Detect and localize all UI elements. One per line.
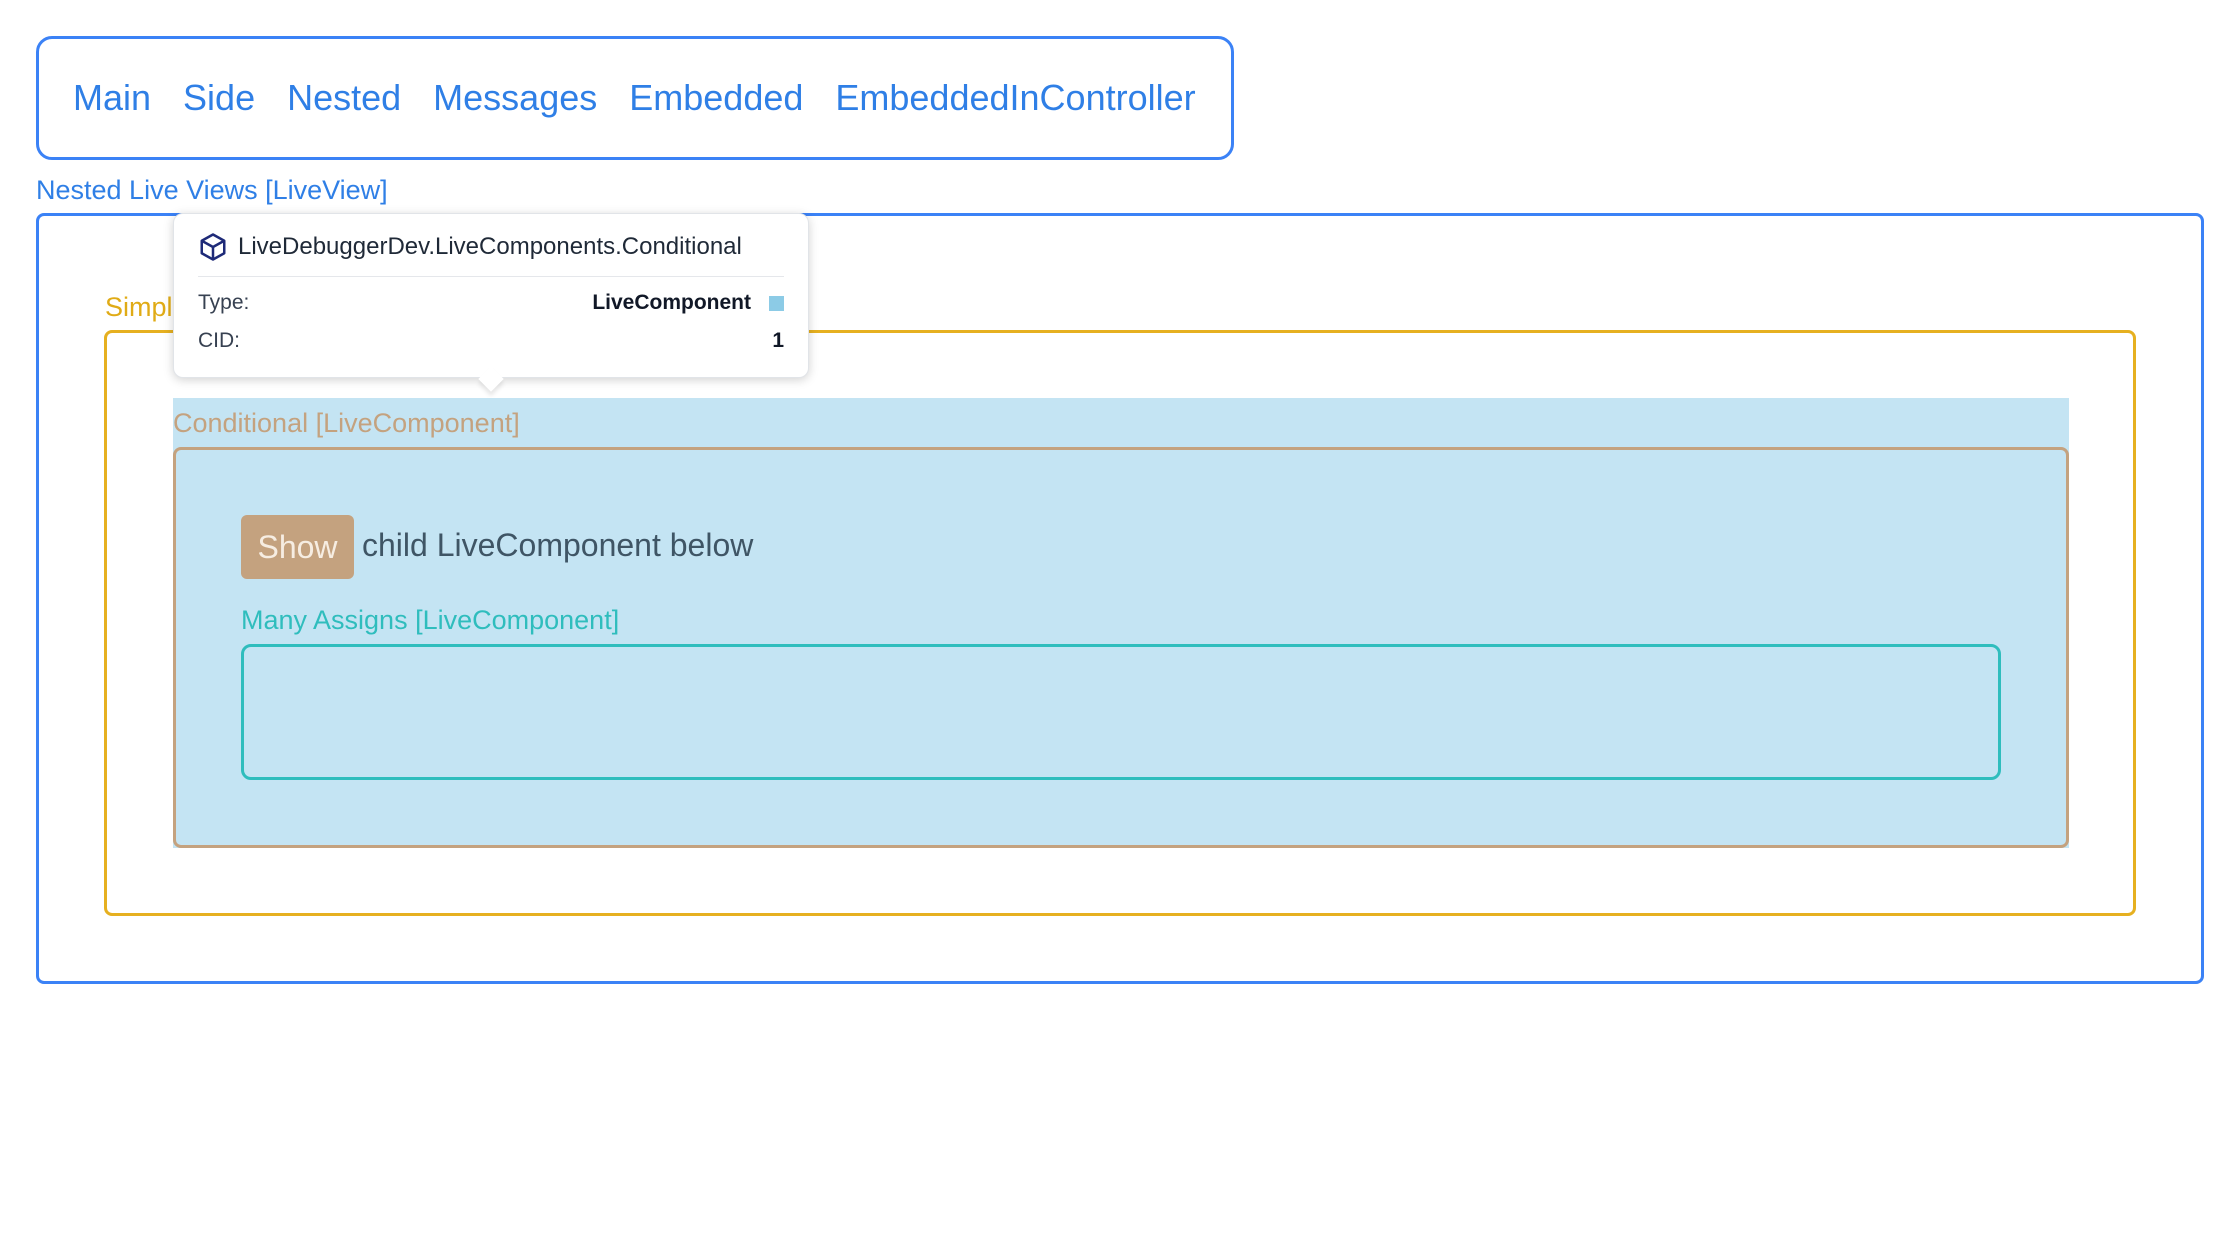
tooltip-cid-value: 1 xyxy=(772,329,784,352)
nav-link-embedded-in-controller[interactable]: EmbeddedInController xyxy=(835,77,1195,119)
tooltip-type-key: Type: xyxy=(198,291,250,314)
tooltip-header: LiveDebuggerDev.LiveComponents.Condition… xyxy=(198,232,784,277)
tooltip-cid-row: CID: 1 xyxy=(198,329,784,353)
nav-link-embedded[interactable]: Embedded xyxy=(629,77,803,119)
conditional-component-label: Conditional [LiveComponent] xyxy=(173,408,520,438)
liveview-label: Nested Live Views [LiveView] xyxy=(36,175,388,205)
simple-component-label: Simpl xyxy=(105,292,173,322)
component-tooltip: LiveDebuggerDev.LiveComponents.Condition… xyxy=(173,213,809,392)
tooltip-cid-key: CID: xyxy=(198,329,240,352)
type-color-swatch xyxy=(769,295,784,311)
top-nav: Main Side Nested Messages Embedded Embed… xyxy=(36,36,1234,160)
nav-link-messages[interactable]: Messages xyxy=(433,77,597,119)
tooltip-title: LiveDebuggerDev.LiveComponents.Condition… xyxy=(238,233,742,260)
tooltip-type-row: Type: LiveComponent xyxy=(198,291,784,315)
child-component-text: child LiveComponent below xyxy=(362,527,754,563)
tooltip-type-value: LiveComponent xyxy=(592,291,751,314)
nav-link-side[interactable]: Side xyxy=(183,77,255,119)
many-assigns-label: Many Assigns [LiveComponent] xyxy=(241,605,620,635)
nav-link-nested[interactable]: Nested xyxy=(287,77,401,119)
many-assigns-container xyxy=(241,644,2001,780)
show-button[interactable]: Show xyxy=(241,515,354,579)
cube-icon xyxy=(200,233,226,261)
nav-link-main[interactable]: Main xyxy=(73,77,151,119)
